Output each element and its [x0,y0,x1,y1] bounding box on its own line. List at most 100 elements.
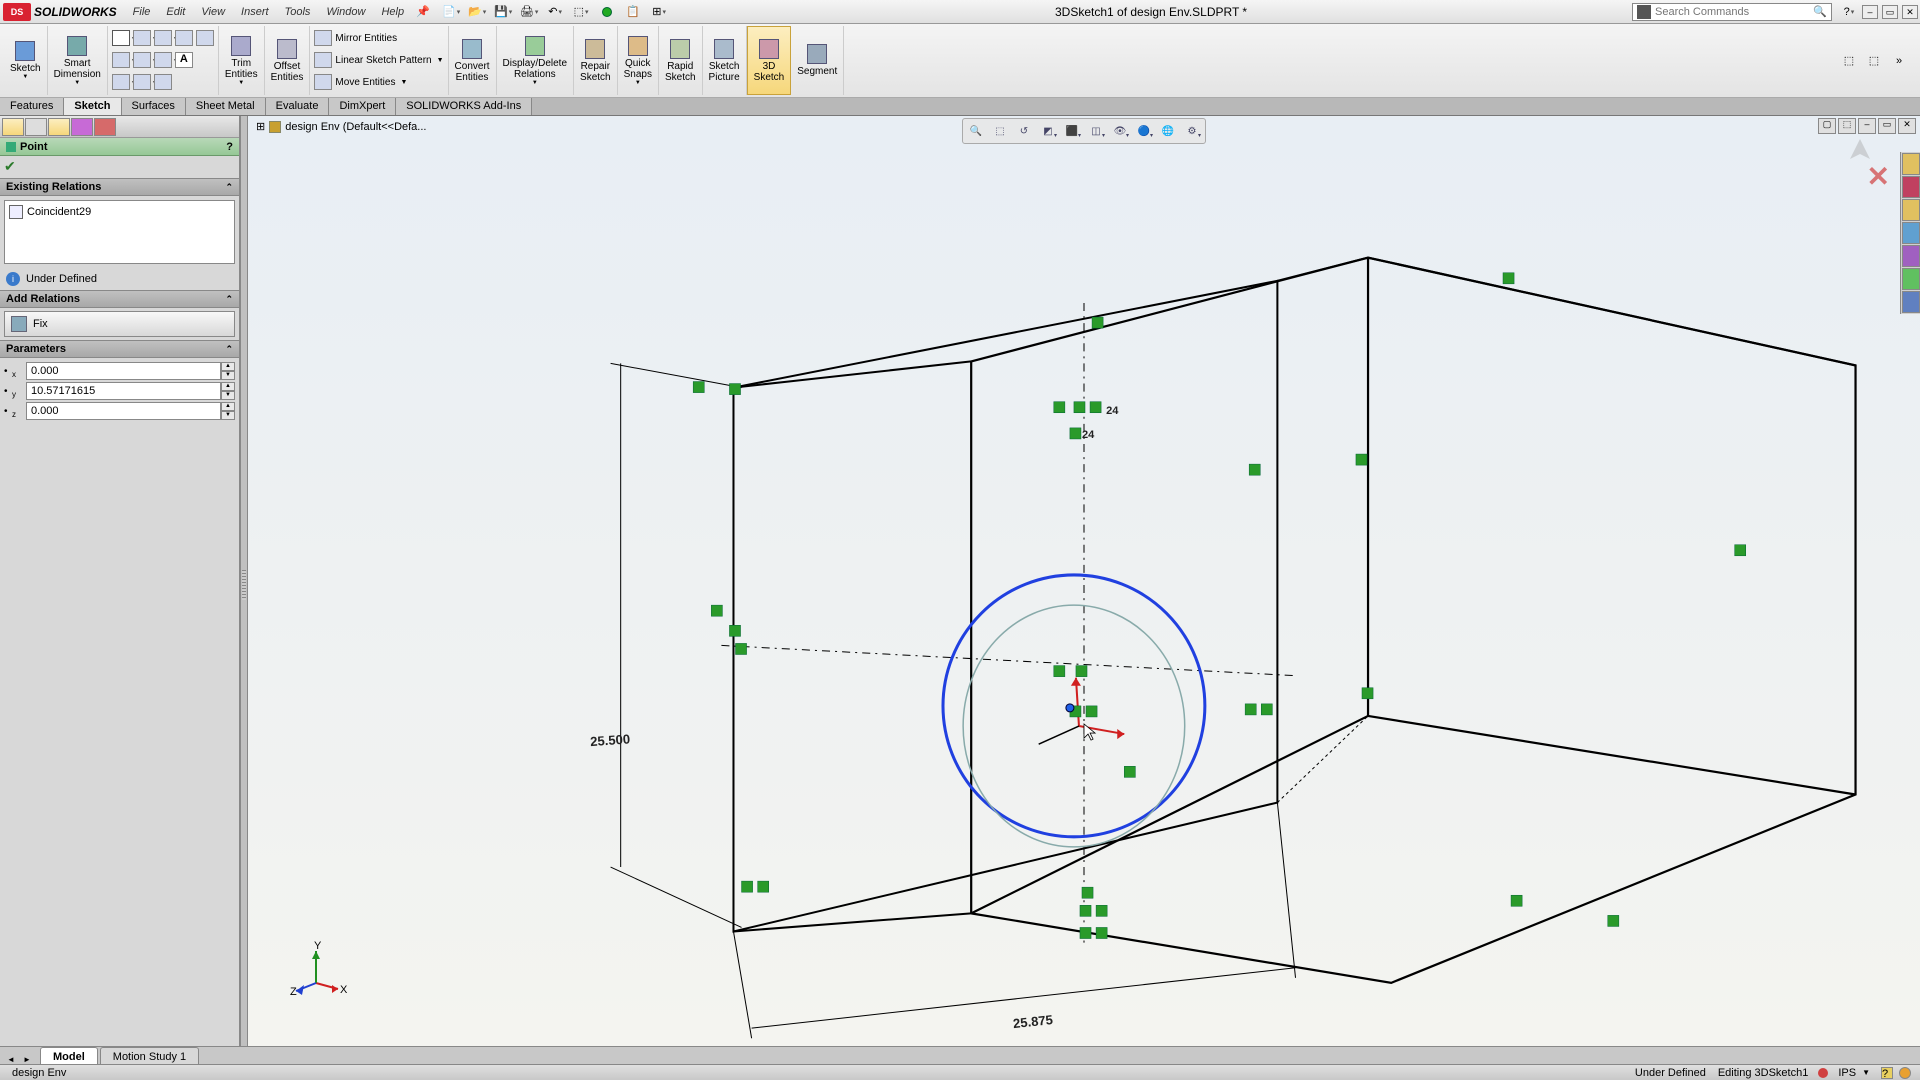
menu-file[interactable]: File [125,3,159,21]
status-notify-button[interactable] [1899,1067,1911,1079]
edit-appearance-button[interactable]: 🔵 [1133,121,1155,141]
ribbon-3d-sketch-button[interactable]: 3D Sketch [747,26,792,95]
existing-relations-list[interactable]: Coincident29 [4,200,235,264]
param-z-down[interactable]: ▼ [221,411,235,420]
param-y-down[interactable]: ▼ [221,391,235,400]
help-button[interactable]: ? [1838,3,1860,21]
ribbon-offset-button[interactable]: Offset Entities [265,26,311,95]
linear-pattern-button[interactable]: Linear Sketch Pattern [335,55,431,66]
panel-resize-handle[interactable] [240,116,248,1054]
ribbon-segment-button[interactable]: Segment [791,26,844,95]
taskpane-custom-props-button[interactable] [1902,268,1920,290]
ellipse-tool-button[interactable] [175,30,193,46]
point-tool-button[interactable] [196,30,214,46]
tab-addins[interactable]: SOLIDWORKS Add-Ins [396,98,532,115]
tab-evaluate[interactable]: Evaluate [266,98,330,115]
mirror-entities-button[interactable]: Mirror Entities [335,33,397,44]
ribbon-sketch-button[interactable]: Sketch ▼ [4,26,48,95]
section-view-button[interactable]: ◩ [1037,121,1059,141]
search-commands[interactable]: 🔍 [1632,3,1832,21]
ribbon-sketch-picture-button[interactable]: Sketch Picture [703,26,747,95]
collapse-params-button[interactable]: ⌃ [225,344,233,355]
taskpane-file-explorer-button[interactable] [1902,199,1920,221]
qat-new-button[interactable]: 📄 [440,3,462,21]
taskpane-design-lib-button[interactable] [1902,176,1920,198]
viewport-max-button[interactable]: ▭ [1878,118,1896,134]
ribbon-end2-button[interactable]: ⬚ [1863,52,1885,70]
pm-help-button[interactable]: ? [226,141,233,153]
pm-tab-feature-tree[interactable] [2,118,24,136]
ribbon-rapid-sketch-button[interactable]: Rapid Sketch [659,26,703,95]
menu-help[interactable]: Help [373,3,412,21]
tab-sheet-metal[interactable]: Sheet Metal [186,98,266,115]
ribbon-collapse-button[interactable]: » [1888,52,1910,70]
arc-tool-button[interactable] [133,52,151,68]
viewport-link-button[interactable]: ⬚ [1838,118,1856,134]
ribbon-smart-dimension-button[interactable]: Smart Dimension ▼ [48,26,108,95]
tab-surfaces[interactable]: Surfaces [122,98,186,115]
ribbon-convert-button[interactable]: Convert Entities [449,26,497,95]
taskpane-forum-button[interactable] [1902,291,1920,313]
menu-view[interactable]: View [193,3,233,21]
orientation-triad[interactable]: YXZ [288,941,348,1004]
taskpane-view-palette-button[interactable] [1902,222,1920,244]
taskpane-resources-button[interactable] [1902,153,1920,175]
prev-view-button[interactable]: ↺ [1013,121,1035,141]
param-x-up[interactable]: ▲ [221,362,235,371]
tab-sketch[interactable]: Sketch [64,98,121,115]
param-x-input[interactable] [26,362,221,380]
fix-relation-button[interactable]: Fix [4,311,235,337]
taskpane-appearances-button[interactable] [1902,245,1920,267]
units-dropdown-icon[interactable]: ▼ [1862,1068,1870,1077]
qat-options-button[interactable]: 📋 [622,3,644,21]
tab-dimxpert[interactable]: DimXpert [329,98,396,115]
pm-ok-button[interactable]: ✔ [4,158,16,174]
qat-open-button[interactable]: 📂 [466,3,488,21]
view-orient-button[interactable]: ⬛ [1061,121,1083,141]
ribbon-quick-snaps-button[interactable]: Quick Snaps ▼ [618,26,659,95]
zoom-area-button[interactable]: ⬚ [989,121,1011,141]
ribbon-repair-button[interactable]: Repair Sketch [574,26,618,95]
status-help-button[interactable]: ? [1881,1067,1893,1079]
fillet-tool-button[interactable] [133,74,151,90]
menu-edit[interactable]: Edit [158,3,193,21]
pm-tab-property-mgr[interactable] [25,118,47,136]
ribbon-end1-button[interactable]: ⬚ [1838,52,1860,70]
tab-features[interactable]: Features [0,98,64,115]
exit-sketch-overlay-button[interactable]: ✕ [1867,160,1890,193]
text-tool-button[interactable]: A [175,52,193,68]
search-input[interactable] [1655,6,1813,18]
relation-item[interactable]: Coincident29 [7,203,232,221]
status-units[interactable]: IPS [1838,1067,1856,1079]
circle-tool-button[interactable] [133,30,151,46]
display-style-button[interactable]: ◫ [1085,121,1107,141]
polygon-tool-button[interactable] [112,74,130,90]
restore-button[interactable]: ▭ [1882,5,1898,19]
pm-tab-display-mgr[interactable] [94,118,116,136]
qat-save-button[interactable]: 💾 [492,3,514,21]
pm-tab-config-mgr[interactable] [48,118,70,136]
hide-show-button[interactable]: 👁 [1109,121,1131,141]
menu-window[interactable]: Window [318,3,373,21]
param-y-up[interactable]: ▲ [221,382,235,391]
pm-tab-dimxpert-mgr[interactable] [71,118,93,136]
breadcrumb-text[interactable]: design Env (Default<<Defa... [285,121,426,133]
rect-tool-button[interactable] [112,52,130,68]
zoom-fit-button[interactable]: 🔍 [965,121,987,141]
menu-pin-icon[interactable]: 📌 [412,3,434,21]
plane-tool-button[interactable] [154,74,172,90]
ribbon-display-delete-button[interactable]: Display/Delete Relations ▼ [497,26,574,95]
param-z-up[interactable]: ▲ [221,402,235,411]
collapse-add-button[interactable]: ⌃ [225,294,233,305]
line-tool-button[interactable] [112,30,130,46]
viewport-min-button[interactable]: – [1858,118,1876,134]
move-entities-button[interactable]: Move Entities [335,77,395,88]
menu-insert[interactable]: Insert [233,3,277,21]
qat-select-button[interactable]: ⬚ [570,3,592,21]
param-z-input[interactable] [26,402,221,420]
menu-tools[interactable]: Tools [277,3,319,21]
param-x-down[interactable]: ▼ [221,371,235,380]
close-button[interactable]: ✕ [1902,5,1918,19]
qat-rebuild-button[interactable] [596,3,618,21]
view-settings-button[interactable]: ⚙ [1181,121,1203,141]
